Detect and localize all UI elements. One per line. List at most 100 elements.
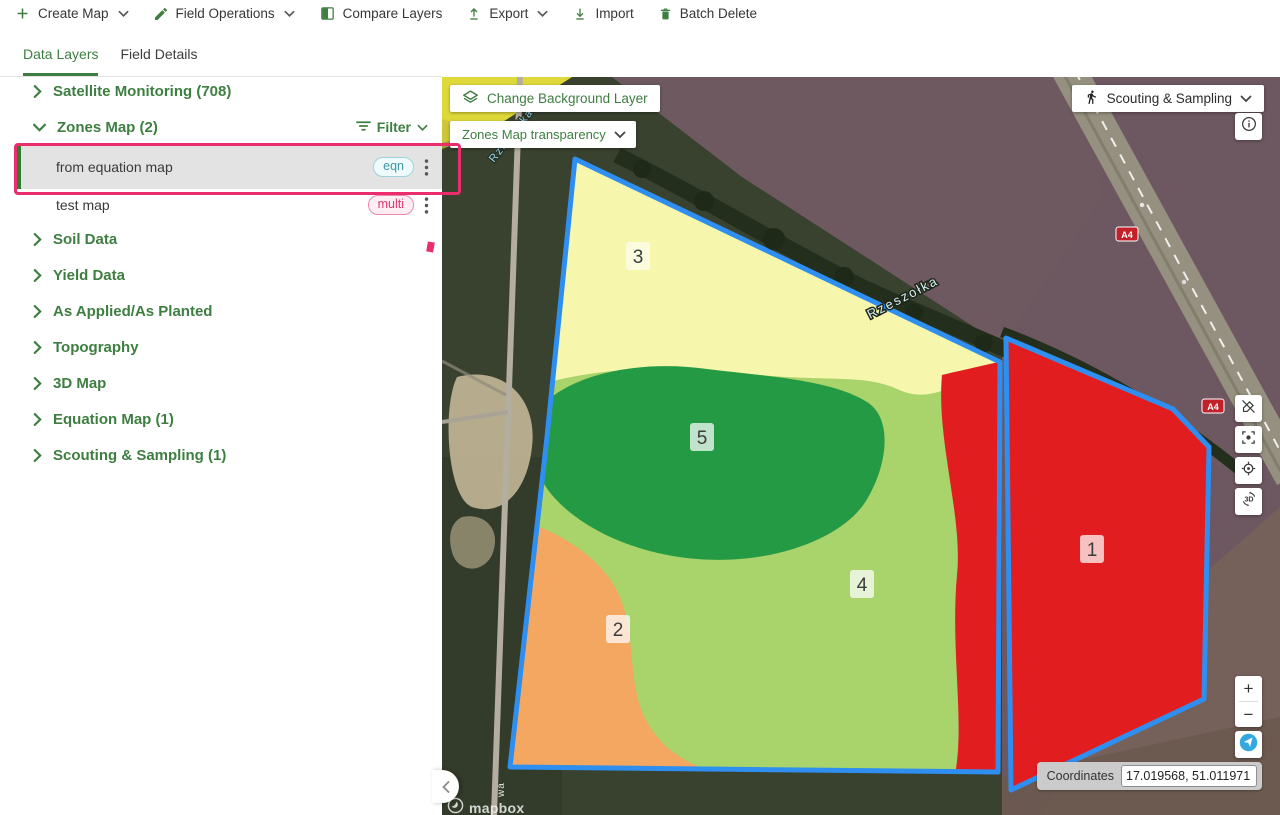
section-label: Topography — [53, 339, 139, 356]
chevron-down-icon — [1240, 91, 1252, 106]
zones-item-label: from equation map — [21, 159, 173, 175]
sidebar-section-scouting-sampling[interactable]: Scouting & Sampling (1) — [0, 437, 442, 473]
sidebar-section-3d-map[interactable]: 3D Map — [0, 365, 442, 401]
create-map-button[interactable]: Create Map — [14, 5, 129, 22]
item-menu-kebab-icon[interactable] — [424, 159, 429, 176]
street-label: wa — [496, 782, 507, 798]
tab-data-layers[interactable]: Data Layers — [23, 40, 98, 76]
batch-delete-button[interactable]: Batch Delete — [658, 6, 757, 22]
map-canvas[interactable]: Rzeszołka Rzeszołka A4 A4 3 5 4 2 — [442, 77, 1280, 815]
info-button[interactable] — [1235, 113, 1262, 140]
trash-icon — [658, 6, 673, 22]
item-menu-kebab-icon[interactable] — [424, 197, 429, 214]
chevron-down-icon — [33, 123, 46, 132]
sidebar-section-topography[interactable]: Topography — [0, 329, 442, 365]
section-label: 3D Map — [53, 375, 106, 392]
field-operations-button[interactable]: Field Operations — [153, 6, 295, 22]
import-label: Import — [595, 6, 633, 21]
filter-icon — [356, 119, 371, 135]
transparency-label: Zones Map transparency — [462, 127, 606, 142]
app-root: { "toolbar": { "items": [ {"label": "Cre… — [0, 0, 1280, 815]
chevron-right-icon — [33, 269, 42, 282]
chevron-down-icon — [614, 127, 626, 142]
zones-filter-button[interactable]: Filter — [356, 119, 428, 135]
plus-icon — [14, 5, 31, 22]
chevron-down-icon — [537, 10, 548, 18]
target-icon — [1240, 460, 1257, 482]
eqn-badge: eqn — [373, 157, 414, 177]
chevron-right-icon — [33, 449, 42, 462]
section-label: Scouting & Sampling (1) — [53, 447, 226, 464]
3d-view-button[interactable]: 3D — [1235, 488, 1262, 515]
sidebar-section-as-applied[interactable]: As Applied/As Planted — [0, 293, 442, 329]
pen-slash-icon — [1240, 398, 1257, 420]
hide-drawings-button[interactable] — [1235, 395, 1262, 422]
svg-text:1: 1 — [1087, 540, 1098, 561]
map-tools-column: 3D — [1235, 395, 1262, 515]
chevron-right-icon — [33, 85, 42, 98]
svg-text:A4: A4 — [1121, 230, 1133, 240]
zones-map-item-test-map[interactable]: test map multi — [17, 189, 442, 221]
sidebar-section-equation-map[interactable]: Equation Map (1) — [0, 401, 442, 437]
road-badge-a4: A4 — [1116, 227, 1138, 241]
sidebar-section-soil-data[interactable]: Soil Data — [0, 221, 442, 257]
satellite-map-image: Rzeszołka Rzeszołka A4 A4 3 5 4 2 — [442, 77, 1280, 815]
change-background-layer-button[interactable]: Change Background Layer — [450, 85, 660, 112]
zone-label-4: 4 — [850, 570, 874, 598]
zones-map-item-from-equation-map[interactable]: from equation map eqn — [17, 145, 442, 189]
main-toolbar: Create Map Field Operations Compare Laye… — [0, 0, 1280, 27]
chevron-right-icon — [33, 305, 42, 318]
section-label: As Applied/As Planted — [53, 303, 212, 320]
zone-label-5: 5 — [690, 423, 714, 451]
zoom-out-button[interactable]: − — [1235, 702, 1262, 727]
chevron-right-icon — [33, 341, 42, 354]
coordinates-label: Coordinates — [1047, 769, 1114, 783]
zone-label-1: 1 — [1080, 535, 1104, 563]
info-icon — [1240, 115, 1258, 138]
zones-item-label: test map — [17, 197, 110, 213]
field-operations-label: Field Operations — [176, 6, 275, 21]
compare-layers-icon — [319, 5, 336, 22]
compare-layers-label: Compare Layers — [343, 6, 443, 21]
section-label: Satellite Monitoring (708) — [53, 83, 231, 100]
zones-transparency-dropdown[interactable]: Zones Map transparency — [450, 121, 636, 148]
svg-text:5: 5 — [697, 428, 708, 449]
coordinates-input[interactable] — [1121, 765, 1257, 787]
sidebar-section-zones-map[interactable]: Zones Map (2) Filter — [0, 109, 442, 145]
rotate-3d-icon: 3D — [1240, 490, 1258, 513]
zoom-in-button[interactable]: + — [1235, 676, 1262, 701]
chevron-right-icon — [33, 413, 42, 426]
section-label: Soil Data — [53, 231, 117, 248]
chevron-down-icon — [417, 119, 428, 135]
sidebar-sections: Soil Data Yield Data As Applied/As Plant… — [0, 221, 442, 473]
scouting-sampling-button[interactable]: Scouting & Sampling — [1072, 85, 1264, 112]
my-location-button[interactable] — [1235, 457, 1262, 484]
zoom-controls: + − — [1235, 676, 1262, 727]
multi-badge: multi — [368, 195, 414, 215]
center-field-button[interactable] — [1235, 426, 1262, 453]
scouting-label: Scouting & Sampling — [1107, 91, 1232, 106]
sidebar-section-satellite-monitoring[interactable]: Satellite Monitoring (708) — [0, 77, 442, 105]
walking-person-icon — [1084, 89, 1099, 108]
mapbox-wordmark: mapbox — [469, 800, 524, 815]
import-button[interactable]: Import — [572, 6, 633, 22]
compass-reset-button[interactable] — [1235, 731, 1262, 758]
mapbox-attribution[interactable]: mapbox — [447, 797, 524, 815]
export-button[interactable]: Export — [466, 6, 548, 22]
zone-label-3: 3 — [626, 242, 650, 270]
section-label: Zones Map (2) — [57, 119, 158, 136]
chevron-down-icon — [284, 10, 295, 18]
zone-label-2: 2 — [606, 615, 630, 643]
chevron-right-icon — [33, 377, 42, 390]
compare-layers-button[interactable]: Compare Layers — [319, 5, 443, 22]
export-icon — [466, 6, 482, 22]
svg-text:3D: 3D — [1244, 495, 1253, 503]
section-label: Yield Data — [53, 267, 125, 284]
sidebar-section-yield-data[interactable]: Yield Data — [0, 257, 442, 293]
svg-text:A4: A4 — [1207, 402, 1219, 412]
batch-delete-label: Batch Delete — [680, 6, 757, 21]
layers-icon — [462, 89, 479, 109]
tab-field-details[interactable]: Field Details — [120, 40, 197, 76]
svg-text:2: 2 — [613, 620, 624, 641]
compass-icon — [1238, 732, 1259, 758]
